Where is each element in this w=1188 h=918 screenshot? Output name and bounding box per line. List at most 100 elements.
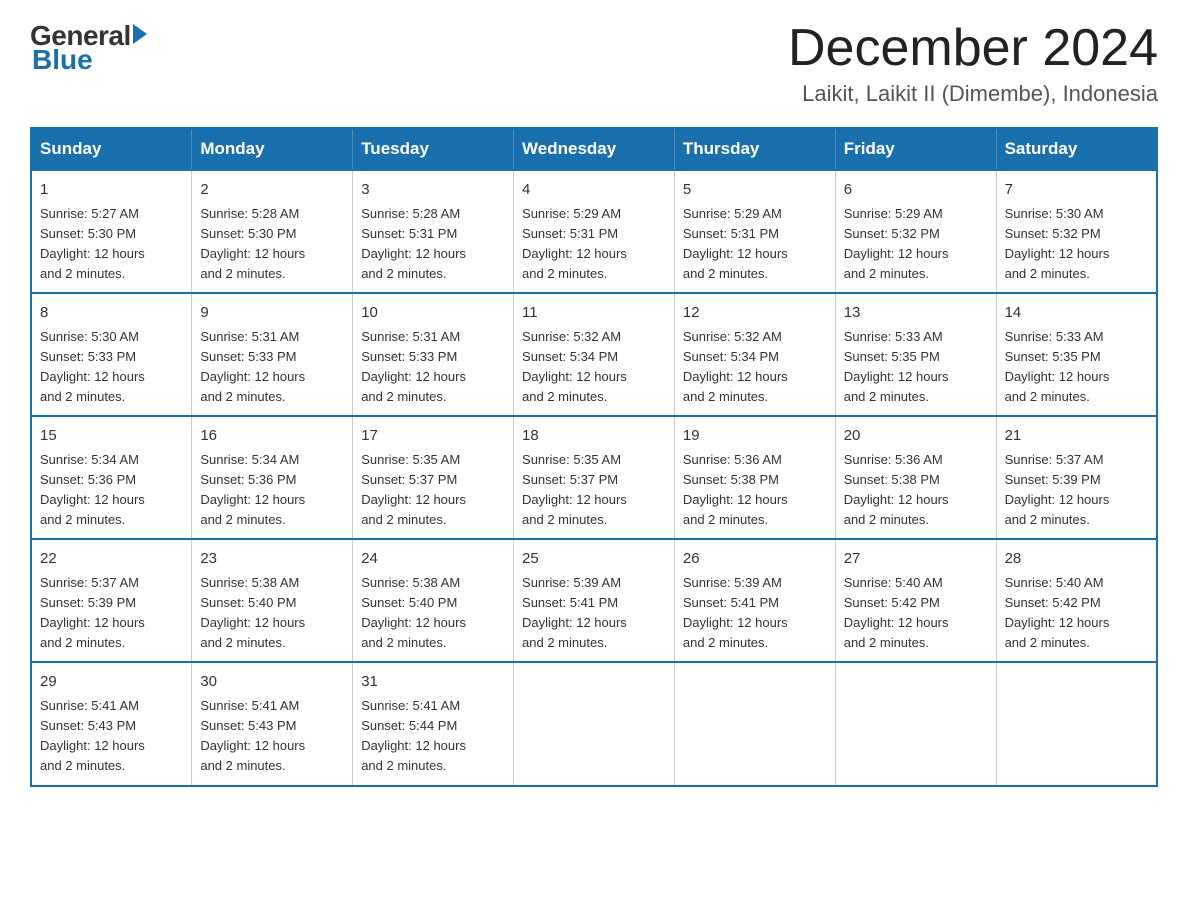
table-row [996, 662, 1157, 785]
day-number: 8 [40, 302, 183, 325]
day-info: Sunrise: 5:32 AM Sunset: 5:34 PM Dayligh… [683, 327, 827, 408]
day-info: Sunrise: 5:41 AM Sunset: 5:44 PM Dayligh… [361, 696, 505, 777]
table-row: 3Sunrise: 5:28 AM Sunset: 5:31 PM Daylig… [353, 170, 514, 293]
table-row: 7Sunrise: 5:30 AM Sunset: 5:32 PM Daylig… [996, 170, 1157, 293]
day-info: Sunrise: 5:30 AM Sunset: 5:32 PM Dayligh… [1005, 204, 1148, 285]
table-row: 28Sunrise: 5:40 AM Sunset: 5:42 PM Dayli… [996, 539, 1157, 662]
day-info: Sunrise: 5:28 AM Sunset: 5:30 PM Dayligh… [200, 204, 344, 285]
day-number: 22 [40, 548, 183, 571]
day-number: 12 [683, 302, 827, 325]
day-number: 24 [361, 548, 505, 571]
day-number: 25 [522, 548, 666, 571]
day-number: 19 [683, 425, 827, 448]
day-number: 9 [200, 302, 344, 325]
day-info: Sunrise: 5:37 AM Sunset: 5:39 PM Dayligh… [40, 573, 183, 654]
calendar-week-row: 8Sunrise: 5:30 AM Sunset: 5:33 PM Daylig… [31, 293, 1157, 416]
day-info: Sunrise: 5:28 AM Sunset: 5:31 PM Dayligh… [361, 204, 505, 285]
table-row: 29Sunrise: 5:41 AM Sunset: 5:43 PM Dayli… [31, 662, 192, 785]
table-row: 27Sunrise: 5:40 AM Sunset: 5:42 PM Dayli… [835, 539, 996, 662]
table-row: 5Sunrise: 5:29 AM Sunset: 5:31 PM Daylig… [674, 170, 835, 293]
day-info: Sunrise: 5:27 AM Sunset: 5:30 PM Dayligh… [40, 204, 183, 285]
day-number: 1 [40, 179, 183, 202]
day-number: 4 [522, 179, 666, 202]
logo: General Blue [30, 20, 147, 76]
day-number: 2 [200, 179, 344, 202]
table-row: 11Sunrise: 5:32 AM Sunset: 5:34 PM Dayli… [514, 293, 675, 416]
logo-triangle-icon [133, 24, 147, 44]
day-number: 29 [40, 671, 183, 694]
day-info: Sunrise: 5:30 AM Sunset: 5:33 PM Dayligh… [40, 327, 183, 408]
day-info: Sunrise: 5:34 AM Sunset: 5:36 PM Dayligh… [40, 450, 183, 531]
table-row [514, 662, 675, 785]
day-info: Sunrise: 5:33 AM Sunset: 5:35 PM Dayligh… [1005, 327, 1148, 408]
day-info: Sunrise: 5:38 AM Sunset: 5:40 PM Dayligh… [200, 573, 344, 654]
table-row: 14Sunrise: 5:33 AM Sunset: 5:35 PM Dayli… [996, 293, 1157, 416]
page-header: General Blue December 2024 Laikit, Laiki… [30, 20, 1158, 107]
day-number: 7 [1005, 179, 1148, 202]
day-info: Sunrise: 5:41 AM Sunset: 5:43 PM Dayligh… [40, 696, 183, 777]
day-number: 30 [200, 671, 344, 694]
table-row: 9Sunrise: 5:31 AM Sunset: 5:33 PM Daylig… [192, 293, 353, 416]
day-info: Sunrise: 5:40 AM Sunset: 5:42 PM Dayligh… [844, 573, 988, 654]
table-row: 24Sunrise: 5:38 AM Sunset: 5:40 PM Dayli… [353, 539, 514, 662]
day-number: 28 [1005, 548, 1148, 571]
calendar-week-row: 15Sunrise: 5:34 AM Sunset: 5:36 PM Dayli… [31, 416, 1157, 539]
day-number: 16 [200, 425, 344, 448]
header-tuesday: Tuesday [353, 128, 514, 170]
table-row: 4Sunrise: 5:29 AM Sunset: 5:31 PM Daylig… [514, 170, 675, 293]
title-area: December 2024 Laikit, Laikit II (Dimembe… [788, 20, 1158, 107]
table-row: 25Sunrise: 5:39 AM Sunset: 5:41 PM Dayli… [514, 539, 675, 662]
table-row: 18Sunrise: 5:35 AM Sunset: 5:37 PM Dayli… [514, 416, 675, 539]
header-sunday: Sunday [31, 128, 192, 170]
table-row: 26Sunrise: 5:39 AM Sunset: 5:41 PM Dayli… [674, 539, 835, 662]
day-info: Sunrise: 5:40 AM Sunset: 5:42 PM Dayligh… [1005, 573, 1148, 654]
day-info: Sunrise: 5:39 AM Sunset: 5:41 PM Dayligh… [522, 573, 666, 654]
day-number: 11 [522, 302, 666, 325]
day-number: 23 [200, 548, 344, 571]
day-number: 5 [683, 179, 827, 202]
table-row: 8Sunrise: 5:30 AM Sunset: 5:33 PM Daylig… [31, 293, 192, 416]
day-number: 15 [40, 425, 183, 448]
day-number: 26 [683, 548, 827, 571]
table-row [835, 662, 996, 785]
header-monday: Monday [192, 128, 353, 170]
header-saturday: Saturday [996, 128, 1157, 170]
table-row: 21Sunrise: 5:37 AM Sunset: 5:39 PM Dayli… [996, 416, 1157, 539]
table-row: 15Sunrise: 5:34 AM Sunset: 5:36 PM Dayli… [31, 416, 192, 539]
day-info: Sunrise: 5:37 AM Sunset: 5:39 PM Dayligh… [1005, 450, 1148, 531]
header-friday: Friday [835, 128, 996, 170]
day-number: 17 [361, 425, 505, 448]
day-number: 6 [844, 179, 988, 202]
day-info: Sunrise: 5:29 AM Sunset: 5:32 PM Dayligh… [844, 204, 988, 285]
day-info: Sunrise: 5:32 AM Sunset: 5:34 PM Dayligh… [522, 327, 666, 408]
logo-blue-text: Blue [32, 44, 93, 76]
table-row: 2Sunrise: 5:28 AM Sunset: 5:30 PM Daylig… [192, 170, 353, 293]
day-info: Sunrise: 5:41 AM Sunset: 5:43 PM Dayligh… [200, 696, 344, 777]
table-row: 13Sunrise: 5:33 AM Sunset: 5:35 PM Dayli… [835, 293, 996, 416]
table-row: 22Sunrise: 5:37 AM Sunset: 5:39 PM Dayli… [31, 539, 192, 662]
table-row [674, 662, 835, 785]
table-row: 1Sunrise: 5:27 AM Sunset: 5:30 PM Daylig… [31, 170, 192, 293]
day-number: 27 [844, 548, 988, 571]
table-row: 30Sunrise: 5:41 AM Sunset: 5:43 PM Dayli… [192, 662, 353, 785]
header-thursday: Thursday [674, 128, 835, 170]
day-info: Sunrise: 5:29 AM Sunset: 5:31 PM Dayligh… [522, 204, 666, 285]
table-row: 12Sunrise: 5:32 AM Sunset: 5:34 PM Dayli… [674, 293, 835, 416]
day-number: 31 [361, 671, 505, 694]
location-title: Laikit, Laikit II (Dimembe), Indonesia [788, 81, 1158, 107]
table-row: 10Sunrise: 5:31 AM Sunset: 5:33 PM Dayli… [353, 293, 514, 416]
header-wednesday: Wednesday [514, 128, 675, 170]
table-row: 6Sunrise: 5:29 AM Sunset: 5:32 PM Daylig… [835, 170, 996, 293]
table-row: 17Sunrise: 5:35 AM Sunset: 5:37 PM Dayli… [353, 416, 514, 539]
day-info: Sunrise: 5:33 AM Sunset: 5:35 PM Dayligh… [844, 327, 988, 408]
table-row: 31Sunrise: 5:41 AM Sunset: 5:44 PM Dayli… [353, 662, 514, 785]
day-info: Sunrise: 5:35 AM Sunset: 5:37 PM Dayligh… [522, 450, 666, 531]
day-info: Sunrise: 5:36 AM Sunset: 5:38 PM Dayligh… [844, 450, 988, 531]
calendar-week-row: 1Sunrise: 5:27 AM Sunset: 5:30 PM Daylig… [31, 170, 1157, 293]
day-info: Sunrise: 5:39 AM Sunset: 5:41 PM Dayligh… [683, 573, 827, 654]
calendar-table: Sunday Monday Tuesday Wednesday Thursday… [30, 127, 1158, 786]
day-number: 14 [1005, 302, 1148, 325]
table-row: 16Sunrise: 5:34 AM Sunset: 5:36 PM Dayli… [192, 416, 353, 539]
day-info: Sunrise: 5:35 AM Sunset: 5:37 PM Dayligh… [361, 450, 505, 531]
day-number: 13 [844, 302, 988, 325]
